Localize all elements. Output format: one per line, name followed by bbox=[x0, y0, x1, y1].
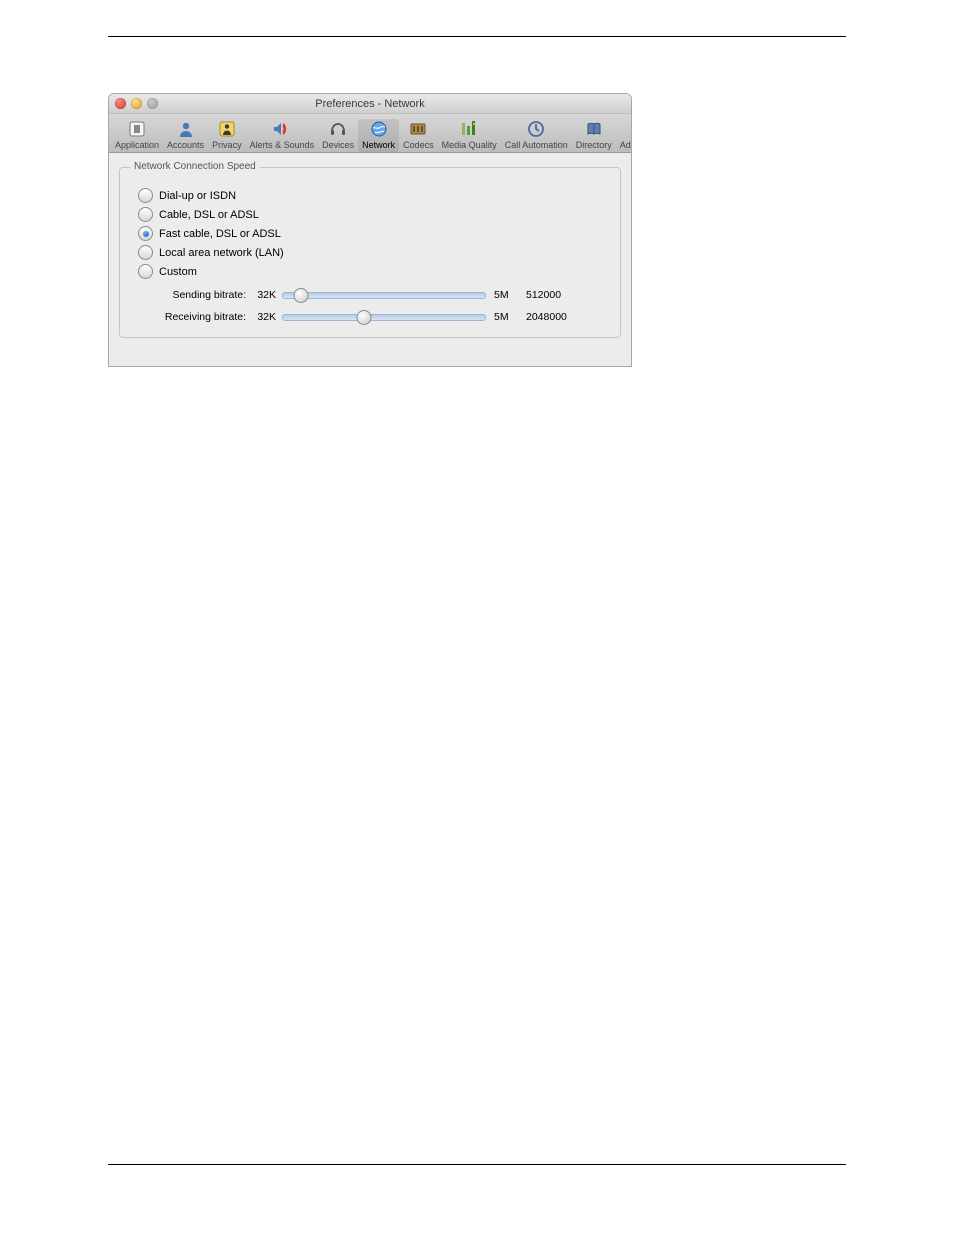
slider-label: Sending bitrate: bbox=[138, 289, 246, 301]
slider-value: 2048000 bbox=[526, 311, 586, 323]
tab-codecs[interactable]: Codecs bbox=[399, 119, 438, 152]
option-label: Dial-up or ISDN bbox=[159, 190, 236, 202]
application-icon bbox=[126, 119, 148, 139]
automation-icon bbox=[525, 119, 547, 139]
tab-alerts-sounds[interactable]: Alerts & Sounds bbox=[246, 119, 319, 152]
tab-call-automation[interactable]: Call Automation bbox=[501, 119, 572, 152]
preferences-window: Preferences - Network Application Accoun… bbox=[108, 93, 632, 367]
receiving-bitrate-row: Receiving bitrate: 32K 5M 2048000 bbox=[138, 311, 602, 323]
sending-bitrate-row: Sending bitrate: 32K 5M 512000 bbox=[138, 289, 602, 301]
radio-custom[interactable]: Custom bbox=[138, 264, 602, 279]
gear-icon bbox=[629, 119, 632, 139]
slider-thumb[interactable] bbox=[294, 288, 309, 303]
radio-cable-dsl[interactable]: Cable, DSL or ADSL bbox=[138, 207, 602, 222]
codecs-icon bbox=[407, 119, 429, 139]
tab-label: Application bbox=[115, 140, 159, 150]
radio-icon bbox=[138, 264, 153, 279]
radio-icon bbox=[138, 226, 153, 241]
preferences-toolbar: Application Accounts Privacy Alerts & So… bbox=[109, 114, 631, 153]
radio-icon bbox=[138, 245, 153, 260]
slider-thumb[interactable] bbox=[356, 310, 371, 325]
tab-label: Devices bbox=[322, 140, 354, 150]
panel-content: Network Connection Speed Dial-up or ISDN… bbox=[109, 153, 631, 366]
option-label: Custom bbox=[159, 266, 197, 278]
privacy-icon bbox=[216, 119, 238, 139]
tab-privacy[interactable]: Privacy bbox=[208, 119, 246, 152]
equalizer-icon bbox=[458, 119, 480, 139]
window-titlebar[interactable]: Preferences - Network bbox=[109, 94, 631, 114]
headset-icon bbox=[327, 119, 349, 139]
sending-bitrate-slider[interactable] bbox=[282, 292, 486, 299]
tab-network[interactable]: Network bbox=[358, 119, 399, 152]
tab-label: Codecs bbox=[403, 140, 434, 150]
minimize-icon[interactable] bbox=[131, 98, 142, 109]
tab-label: Directory bbox=[576, 140, 612, 150]
slider-label: Receiving bitrate: bbox=[138, 311, 246, 323]
tab-media-quality[interactable]: Media Quality bbox=[438, 119, 501, 152]
book-icon bbox=[583, 119, 605, 139]
person-icon bbox=[175, 119, 197, 139]
network-speed-group: Network Connection Speed Dial-up or ISDN… bbox=[119, 167, 621, 338]
radio-icon bbox=[138, 188, 153, 203]
close-icon[interactable] bbox=[115, 98, 126, 109]
page-rule-top bbox=[108, 36, 846, 37]
tab-label: Media Quality bbox=[442, 140, 497, 150]
option-label: Fast cable, DSL or ADSL bbox=[159, 228, 281, 240]
radio-fast-cable[interactable]: Fast cable, DSL or ADSL bbox=[138, 226, 602, 241]
window-title: Preferences - Network bbox=[109, 98, 631, 110]
tab-accounts[interactable]: Accounts bbox=[163, 119, 208, 152]
speaker-icon bbox=[271, 119, 293, 139]
tab-application[interactable]: Application bbox=[111, 119, 163, 152]
slider-min: 32K bbox=[250, 289, 276, 301]
tab-devices[interactable]: Devices bbox=[318, 119, 358, 152]
tab-label: Call Automation bbox=[505, 140, 568, 150]
tab-directory[interactable]: Directory bbox=[572, 119, 616, 152]
slider-value: 512000 bbox=[526, 289, 586, 301]
option-label: Cable, DSL or ADSL bbox=[159, 209, 259, 221]
tab-label: Accounts bbox=[167, 140, 204, 150]
tab-label: Privacy bbox=[212, 140, 242, 150]
page-rule-bottom bbox=[108, 1164, 846, 1165]
window-controls bbox=[115, 98, 158, 109]
receiving-bitrate-slider[interactable] bbox=[282, 314, 486, 321]
radio-lan[interactable]: Local area network (LAN) bbox=[138, 245, 602, 260]
slider-max: 5M bbox=[494, 289, 516, 301]
option-label: Local area network (LAN) bbox=[159, 247, 284, 259]
slider-max: 5M bbox=[494, 311, 516, 323]
radio-icon bbox=[138, 207, 153, 222]
radio-dialup[interactable]: Dial-up or ISDN bbox=[138, 188, 602, 203]
group-title: Network Connection Speed bbox=[130, 161, 260, 172]
tab-label: Advanced bbox=[620, 140, 632, 150]
globe-icon bbox=[368, 119, 390, 139]
tab-label: Network bbox=[362, 140, 395, 150]
tab-label: Alerts & Sounds bbox=[250, 140, 315, 150]
slider-min: 32K bbox=[250, 311, 276, 323]
zoom-icon[interactable] bbox=[147, 98, 158, 109]
tab-advanced[interactable]: Advanced bbox=[616, 119, 632, 152]
